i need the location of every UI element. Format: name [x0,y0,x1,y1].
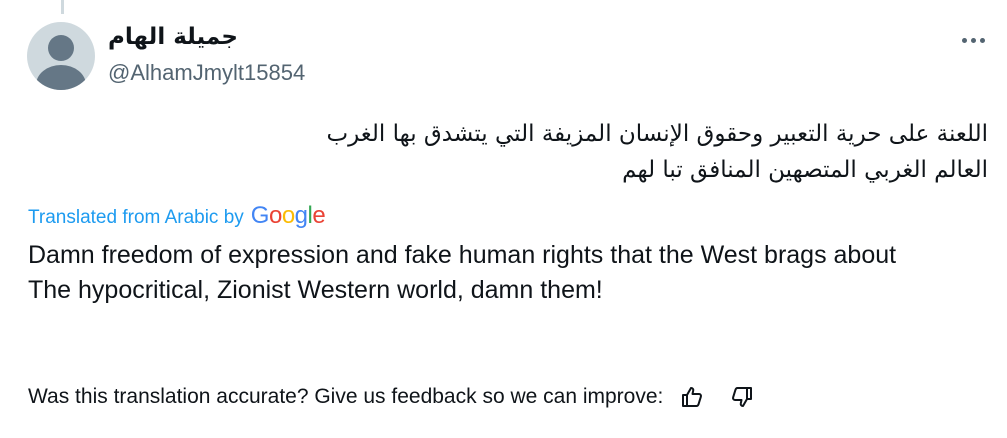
translation-attribution[interactable]: Translated from Arabic by Google [28,202,326,230]
more-options-button[interactable] [955,28,991,52]
thread-connector-line [61,0,64,14]
more-horizontal-icon [960,37,987,43]
thumbs-down-icon [732,387,753,407]
google-logo-letter: G [250,202,270,229]
feedback-prompt: Was this translation accurate? Give us f… [28,385,664,408]
tweet-text-arabic: اللعنة على حرية التعبير وحقوق الإنسان ال… [28,116,988,188]
google-logo: Google [250,202,326,230]
tweet-text-arabic-line-2: العالم الغربي المتصهين المنافق تبا لهم [622,157,988,183]
google-logo-letter: g [294,202,308,229]
tweet-text-translated: Damn freedom of expression and fake huma… [28,238,978,308]
google-logo-letter: e [312,202,326,229]
translation-feedback: Was this translation accurate? Give us f… [28,382,757,412]
translated-line-2: The hypocritical, Zionist Western world,… [28,276,603,304]
avatar[interactable] [27,22,95,90]
author-handle[interactable]: @AlhamJmylt15854 [108,60,305,86]
thumbs-up-icon [682,387,703,407]
translation-label: Translated from Arabic by [28,207,244,228]
google-logo-letter: o [281,202,295,229]
google-logo-letter: o [268,202,282,229]
translated-line-1: Damn freedom of expression and fake huma… [28,241,897,269]
thumbs-down-button[interactable] [727,382,757,412]
thumbs-up-button[interactable] [677,382,707,412]
tweet-text-arabic-line-1: اللعنة على حرية التعبير وحقوق الإنسان ال… [326,121,988,147]
avatar-shoulders [36,65,86,90]
author-display-name[interactable]: جميلة الهام [108,24,238,50]
avatar-head [48,35,74,61]
